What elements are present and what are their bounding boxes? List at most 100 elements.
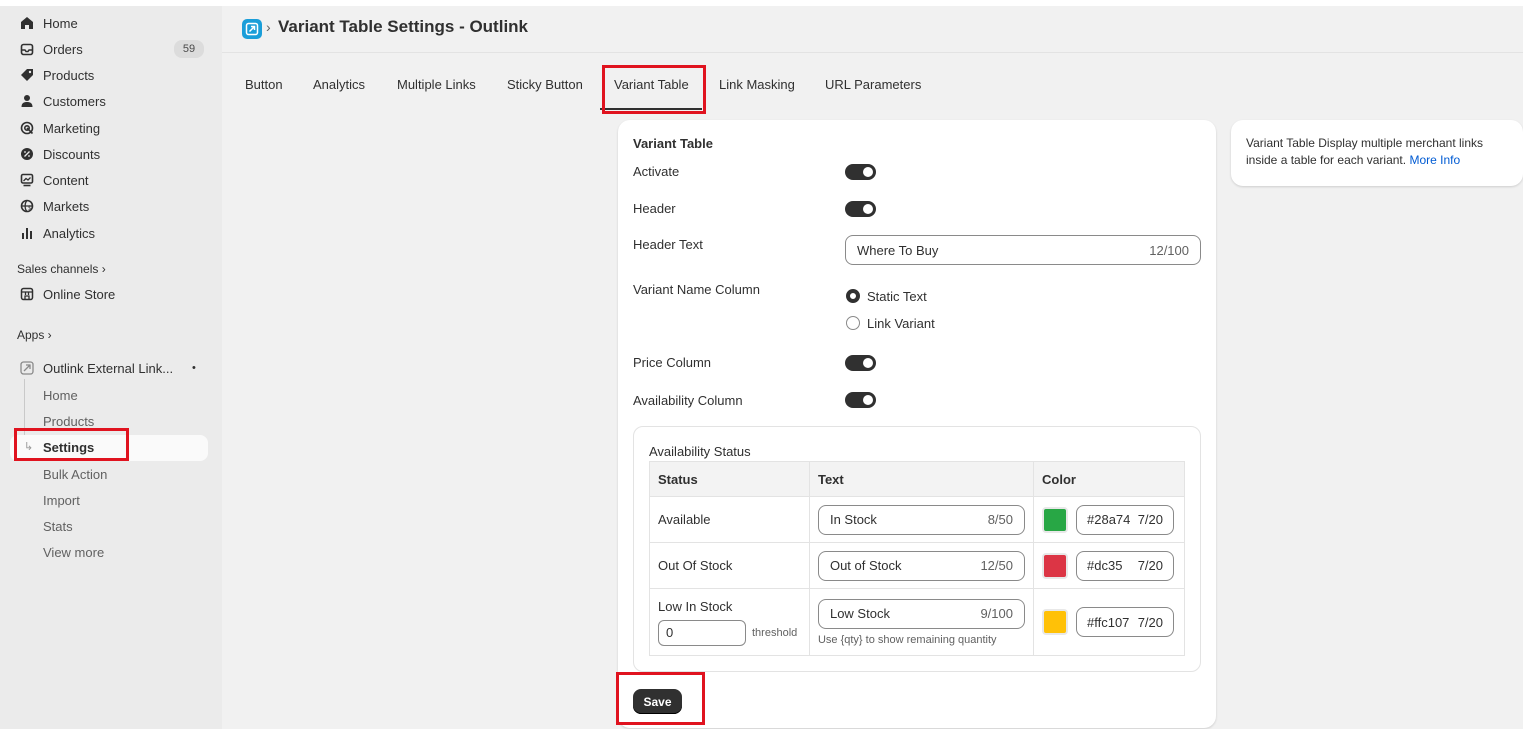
status-cell: Low In Stock 0 threshold <box>649 588 810 656</box>
radio-link-variant[interactable] <box>846 316 860 330</box>
color-cell: #ffc107 7/20 <box>1033 588 1185 656</box>
nav-label: Home <box>43 15 78 31</box>
header-toggle[interactable] <box>845 201 876 217</box>
highlight-box-save <box>616 672 705 725</box>
sales-channels-heading[interactable]: Sales channels › <box>17 262 106 276</box>
app-status-dot: • <box>192 362 196 374</box>
column-header: Color <box>1033 461 1185 497</box>
discount-icon <box>19 146 35 162</box>
breadcrumb-separator: › <box>266 19 271 35</box>
threshold-input[interactable]: 0 <box>658 619 746 646</box>
availability-status-title: Availability Status <box>649 444 751 459</box>
app-sub-products[interactable]: Products <box>43 414 94 429</box>
status-text-input[interactable]: In Stock 8/50 <box>817 504 1025 535</box>
toggle-knob <box>863 358 873 368</box>
toggle-knob <box>863 167 873 177</box>
nav-online-store[interactable]: Online Store <box>0 281 222 307</box>
app-sub-bulk-action[interactable]: Bulk Action <box>43 467 107 482</box>
app-icon <box>19 360 35 376</box>
nav-label: Outlink External Link... <box>43 360 174 376</box>
content-icon <box>19 172 35 188</box>
toggle-knob <box>863 395 873 405</box>
activate-toggle[interactable] <box>845 164 876 180</box>
app-logo-icon[interactable] <box>242 19 262 39</box>
availability-column-toggle[interactable] <box>845 392 876 408</box>
nav-markets[interactable]: $ Markets <box>0 193 222 219</box>
status-cell: Available <box>649 496 810 543</box>
radio-label: Static Text <box>867 289 927 304</box>
nav-label: Analytics <box>43 225 96 241</box>
radio-static-text[interactable] <box>846 289 860 303</box>
input-value: In Stock <box>829 512 877 527</box>
text-cell: In Stock 8/50 <box>808 496 1035 543</box>
nav-orders[interactable]: Orders 59 <box>0 36 222 62</box>
nav-customers[interactable]: Customers <box>0 88 222 114</box>
hex-value: #28a74 <box>1087 512 1131 527</box>
nav-home[interactable]: Home <box>0 10 222 36</box>
char-count: 12/100 <box>1149 242 1189 258</box>
hex-value: #ffc107 <box>1087 614 1130 630</box>
store-icon <box>19 286 35 302</box>
apps-heading[interactable]: Apps › <box>17 328 52 342</box>
nav-marketing[interactable]: Marketing <box>0 115 222 141</box>
variant-name-label: Variant Name Column <box>633 282 760 297</box>
tab-button[interactable]: Button <box>245 77 283 92</box>
header-text-label: Header Text <box>633 237 703 252</box>
nav-label: Customers <box>43 93 106 109</box>
color-cell: #dc35 7/20 <box>1033 542 1185 589</box>
radio-label: Link Variant <box>867 316 935 331</box>
tab-multiple-links[interactable]: Multiple Links <box>397 77 476 92</box>
availability-table: Status Text Color Available In Stock 8/5… <box>649 461 1185 656</box>
hex-input[interactable]: #dc35 7/20 <box>1076 550 1174 581</box>
tab-link-masking[interactable]: Link Masking <box>719 77 795 92</box>
tab-sticky-button[interactable]: Sticky Button <box>507 77 583 92</box>
hex-input[interactable]: #ffc107 7/20 <box>1076 607 1174 637</box>
app-sub-stats[interactable]: Stats <box>43 519 73 534</box>
tab-url-parameters[interactable]: URL Parameters <box>825 77 921 92</box>
header-label: Header <box>633 201 676 216</box>
nav-label: Products <box>43 67 95 83</box>
nav-label: Online Store <box>43 286 116 302</box>
tab-analytics[interactable]: Analytics <box>313 77 365 92</box>
nav-label: Orders <box>43 41 83 57</box>
card-title: Variant Table <box>633 136 713 151</box>
target-icon <box>19 120 35 136</box>
app-sub-import[interactable]: Import <box>43 493 80 508</box>
hex-value: #dc35 <box>1087 558 1123 573</box>
globe-icon: $ <box>19 198 35 214</box>
info-card: Variant Table Display multiple merchant … <box>1231 120 1523 186</box>
bar-chart-icon <box>19 225 35 241</box>
nav-app-outlink[interactable]: Outlink External Link... • <box>0 355 222 381</box>
nav-analytics[interactable]: Analytics <box>0 220 222 246</box>
nav-discounts[interactable]: Discounts <box>0 141 222 167</box>
nav-label: Discounts <box>43 146 101 162</box>
nav-content[interactable]: Content <box>0 167 222 193</box>
color-swatch[interactable] <box>1042 552 1068 579</box>
activate-label: Activate <box>633 164 680 179</box>
availability-column-label: Availability Column <box>633 393 743 408</box>
page-title: Variant Table Settings - Outlink <box>278 17 529 36</box>
color-swatch[interactable] <box>1042 506 1068 533</box>
char-count: 8/50 <box>987 512 1013 527</box>
nav-products[interactable]: Products <box>0 62 222 88</box>
app-sub-home[interactable]: Home <box>43 388 78 403</box>
highlight-box-settings <box>14 428 129 461</box>
hex-input[interactable]: #28a74 7/20 <box>1076 504 1174 535</box>
svg-text:$: $ <box>28 205 32 212</box>
app-sub-view-more[interactable]: View more <box>43 545 104 560</box>
status-text-input[interactable]: Out of Stock 12/50 <box>817 550 1025 581</box>
page-header: › Variant Table Settings - Outlink <box>222 6 1523 53</box>
text-cell: Out of Stock 12/50 <box>808 542 1035 589</box>
more-info-link[interactable]: More Info <box>1409 153 1460 167</box>
status-text-input[interactable]: Low Stock 9/100 <box>817 598 1025 629</box>
color-swatch[interactable] <box>1042 609 1068 635</box>
text-cell: Low Stock 9/100 Use {qty} to show remain… <box>808 588 1035 656</box>
orders-icon <box>19 41 35 57</box>
input-value: Out of Stock <box>829 558 902 573</box>
status-label: Low In Stock <box>658 598 733 614</box>
char-count: 9/100 <box>980 606 1013 621</box>
price-column-toggle[interactable] <box>845 355 876 371</box>
toggle-knob <box>863 204 873 214</box>
header-text-input[interactable]: Where To Buy 12/100 <box>845 235 1201 265</box>
nav-label: Content <box>43 172 89 188</box>
